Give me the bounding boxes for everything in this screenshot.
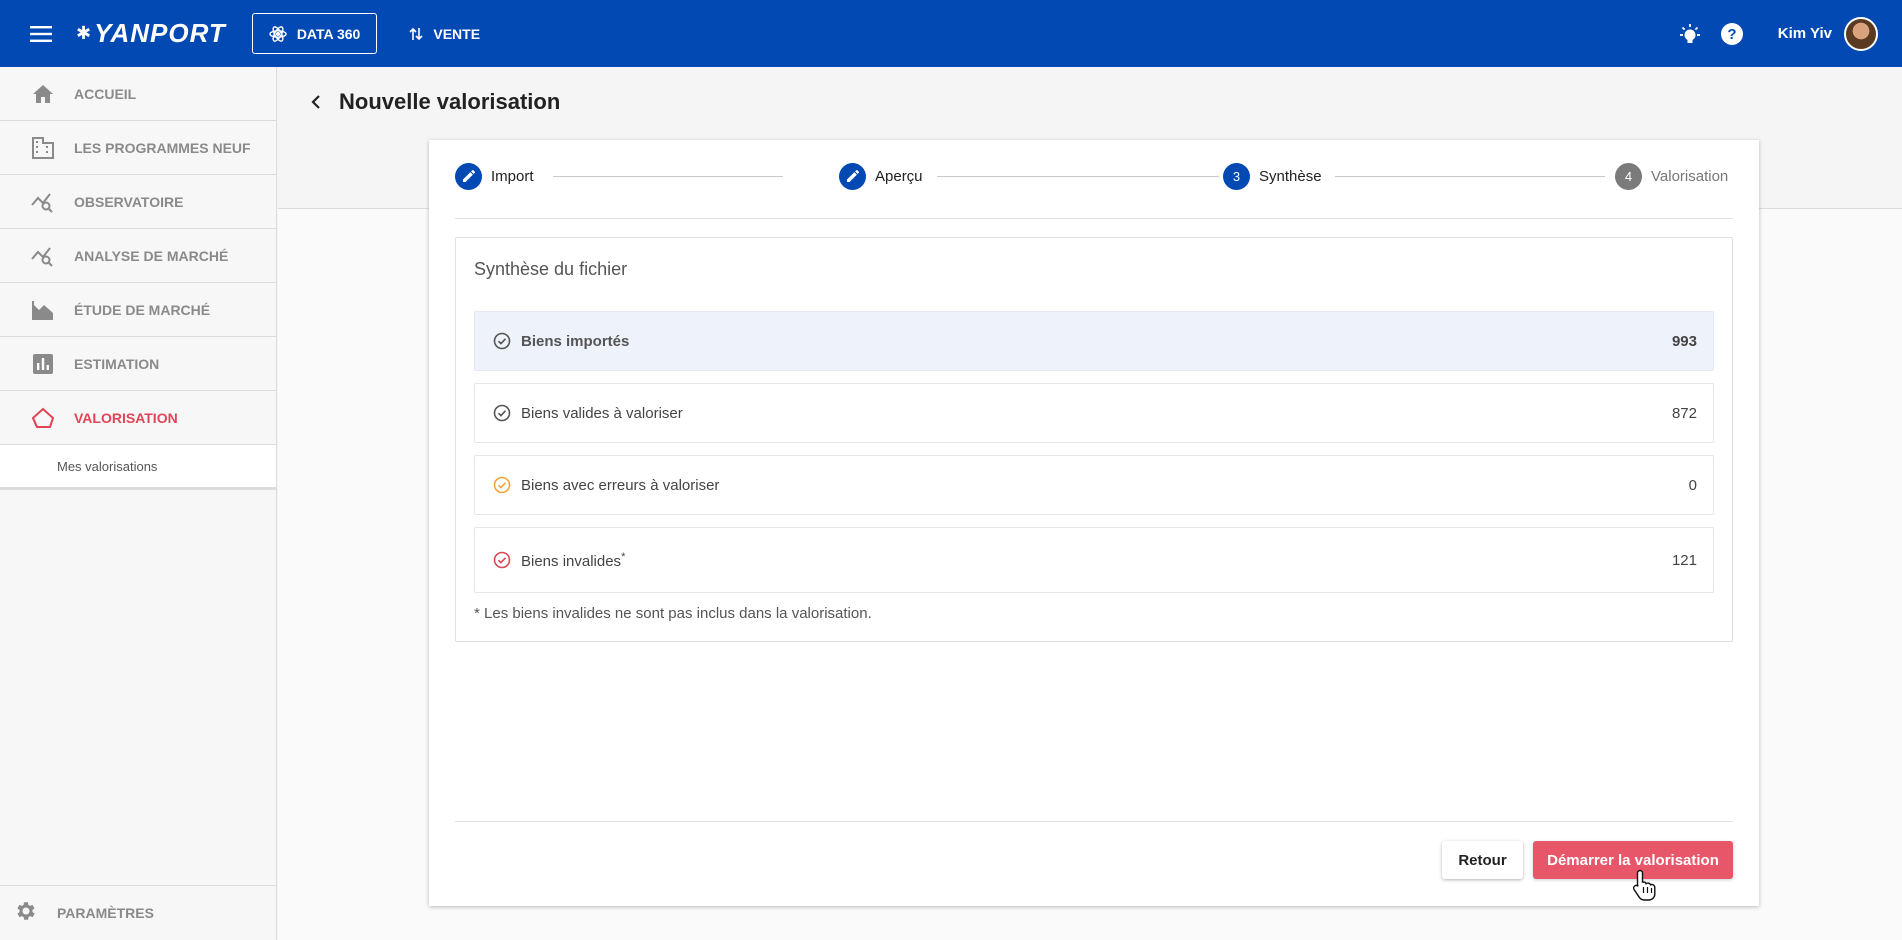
bar-chart-icon [31,352,55,376]
step-marker [839,162,866,190]
valorisation-card: Import Aperçu 3 Synthèse 4 Valorisation … [429,140,1759,906]
row-label: Biens avec erreurs à valoriser [521,476,720,494]
row-label: Biens importés [521,332,630,350]
sidebar-item-valorisation[interactable]: VALORISATION [0,391,276,445]
list-item: Biens invalides* 121 [474,527,1714,593]
synthese-panel: Synthèse du fichier Biens importés 993 B… [455,237,1733,642]
avatar[interactable] [1844,16,1878,51]
list-item: Biens importés 993 [474,311,1714,371]
step-label: Import [491,167,534,185]
gear-icon [14,899,38,928]
vente-button[interactable]: VENTE [397,13,492,54]
sidebar-item-label: ESTIMATION [74,355,160,372]
page-title: Nouvelle valorisation [339,89,561,114]
sidebar-item-label: ANALYSE DE MARCHÉ [74,247,229,264]
pencil-icon [846,169,859,182]
chevron-left-icon [311,95,320,109]
divider [455,821,1733,822]
yanport-logo[interactable]: ✱ YANPORT [76,18,226,49]
check-circle-icon [493,404,511,422]
top-right-controls: ? Kim Yiv [1666,16,1878,52]
page-header: Nouvelle valorisation [305,88,560,116]
stepper: Import Aperçu 3 Synthèse 4 Valorisation [455,156,1733,196]
step-connector [553,176,783,177]
check-circle-icon [493,551,511,569]
step-label: Valorisation [1651,167,1729,185]
atom-icon [269,25,287,42]
top-bar: ✱ YANPORT DATA 360 VENTE ? Kim Yiv [0,0,1902,67]
hamburger-menu-button[interactable] [21,14,61,54]
help-icon: ? [1720,22,1743,45]
sidebar-item-estimation[interactable]: ESTIMATION [0,337,276,391]
sidebar-item-analyse-de-marche[interactable]: ANALYSE DE MARCHÉ [0,229,276,283]
sidebar-subitem-mes-valorisations[interactable]: Mes valorisations [0,445,276,490]
house-outline-icon [31,406,55,430]
svg-text:?: ? [1727,26,1736,43]
back-button[interactable] [305,88,327,116]
sidebar-item-label: ACCUEIL [74,85,137,102]
step-import[interactable]: Import [455,156,534,196]
row-value: 0 [1688,476,1697,494]
theme-toggle-button[interactable] [1672,16,1708,52]
sidebar-item-observatoire[interactable]: OBSERVATOIRE [0,175,276,229]
step-number: 4 [1615,162,1642,190]
step-apercu[interactable]: Aperçu [839,156,923,196]
sidebar-item-parametres[interactable]: PARAMÈTRES [0,885,277,940]
logo-star-icon: ✱ [76,23,93,43]
list-item: Biens avec erreurs à valoriser 0 [474,455,1714,515]
chart-search-icon [31,190,55,214]
logo-text: YANPORT [94,18,226,48]
building-icon [31,136,55,160]
row-label: Biens invalides* [521,551,625,570]
row-label-text: Biens invalides [521,552,622,570]
divider [455,218,1733,219]
vente-label: VENTE [433,25,481,42]
sidebar-item-label: VALORISATION [74,409,178,426]
hand-cursor-icon [1632,869,1656,901]
sidebar-item-label: LES PROGRAMMES NEUF [74,139,251,156]
chart-search-icon [31,244,55,268]
footnote-marker: * [621,550,626,563]
lightbulb-icon [1679,23,1700,43]
check-circle-icon [493,476,511,494]
retour-button[interactable]: Retour [1442,841,1523,879]
swap-vertical-icon [409,27,423,40]
footnote: * Les biens invalides ne sont pas inclus… [474,605,872,622]
row-value: 993 [1671,332,1697,350]
sidebar-item-programmes-neuf[interactable]: LES PROGRAMMES NEUF [0,121,276,175]
data360-button[interactable]: DATA 360 [251,13,378,54]
sidebar: ACCUEIL LES PROGRAMMES NEUF OBSERVATOIRE… [0,67,277,940]
home-icon [31,82,55,106]
row-value: 872 [1671,404,1697,422]
step-number: 3 [1223,162,1250,190]
menu-icon [30,25,52,42]
sidebar-item-label: ÉTUDE DE MARCHÉ [74,301,211,318]
step-connector [1335,176,1605,177]
row-value: 121 [1671,551,1697,569]
row-label: Biens valides à valoriser [521,404,683,422]
step-synthese[interactable]: 3 Synthèse [1223,156,1322,196]
parametres-label: PARAMÈTRES [57,905,154,921]
user-name[interactable]: Kim Yiv [1778,25,1832,42]
synthese-title: Synthèse du fichier [474,259,628,279]
check-circle-icon [493,332,511,350]
sidebar-item-label: OBSERVATOIRE [74,193,184,210]
list-item: Biens valides à valoriser 872 [474,383,1714,443]
step-connector [937,176,1219,177]
step-marker [455,162,482,190]
pencil-icon [462,169,475,182]
step-label: Synthèse [1259,167,1322,185]
data360-label: DATA 360 [296,25,361,42]
step-valorisation[interactable]: 4 Valorisation [1615,156,1728,196]
help-button[interactable]: ? [1714,16,1750,52]
area-chart-icon [31,298,55,322]
sidebar-item-etude-de-marche[interactable]: ÉTUDE DE MARCHÉ [0,283,276,337]
step-label: Aperçu [875,167,923,185]
sidebar-item-accueil[interactable]: ACCUEIL [0,67,276,121]
